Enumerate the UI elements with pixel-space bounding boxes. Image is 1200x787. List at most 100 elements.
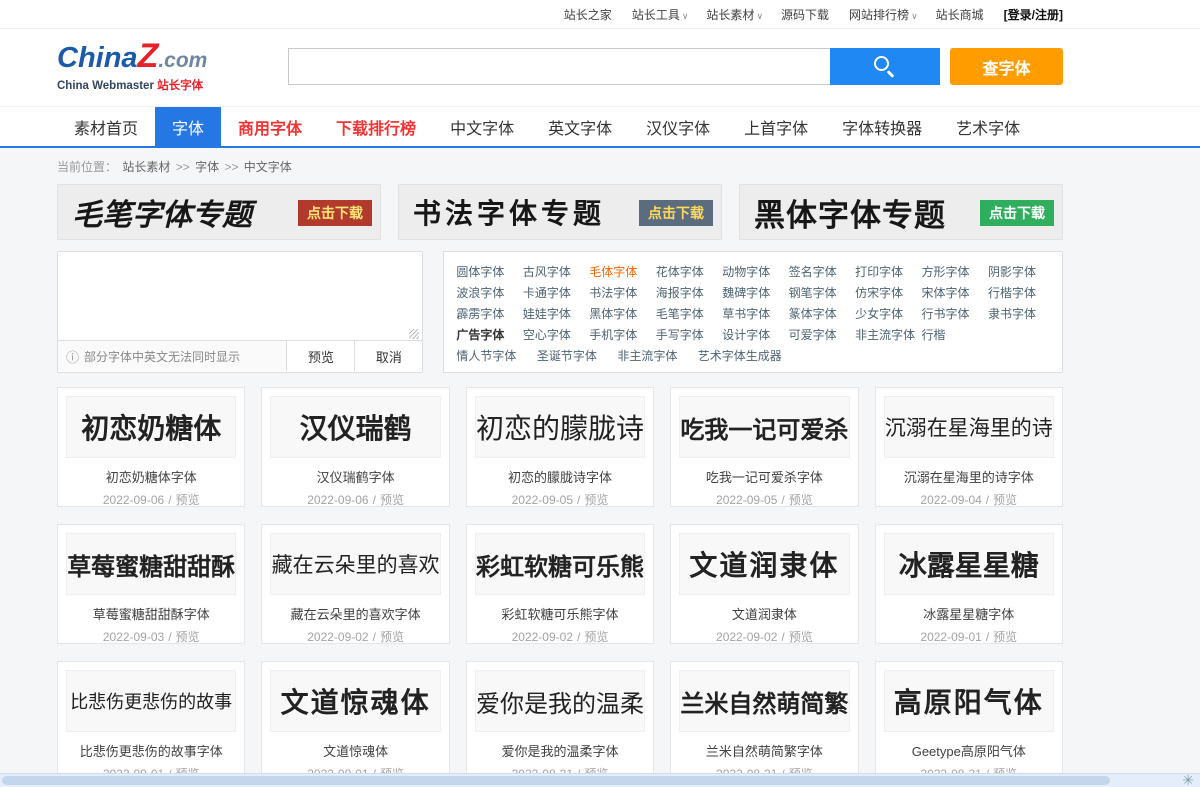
nav-item-commercial-font[interactable]: 商用字体 — [221, 107, 319, 146]
category-link[interactable]: 书法字体 — [589, 283, 651, 303]
preview-button[interactable]: 预览 — [286, 341, 354, 371]
category-link[interactable]: 篆体字体 — [789, 304, 851, 324]
banner-download-button[interactable]: 点击下载 — [980, 200, 1054, 226]
font-name[interactable]: 草莓蜜糖甜甜酥字体 — [58, 604, 244, 623]
preview-link[interactable]: 预览 — [584, 630, 608, 644]
category-link[interactable]: 非主流字体 — [855, 325, 917, 345]
breadcrumb-root[interactable]: 站长素材 — [122, 160, 170, 174]
banner-brush-font[interactable]: 毛笔字体专题 点击下载 — [57, 184, 381, 240]
horizontal-scrollbar[interactable] — [0, 773, 1200, 787]
category-link[interactable]: 花体字体 — [656, 262, 718, 282]
font-card[interactable]: 文道润隶体 文道润隶体 2022-09-02/预览 — [670, 524, 858, 644]
banner-calligraphy-font[interactable]: 书法字体专题 点击下载 — [398, 184, 722, 240]
font-card[interactable]: 汉仪瑞鹤 汉仪瑞鹤字体 2022-09-06/预览 — [261, 387, 449, 507]
preview-link[interactable]: 预览 — [993, 493, 1017, 507]
login-register-link[interactable]: [登录/注册] — [1004, 6, 1063, 23]
topbar-link-chinaz-home[interactable]: 站长之家 — [564, 6, 614, 23]
category-link[interactable]: 动物字体 — [722, 262, 784, 282]
category-link[interactable]: 情人节字体 — [456, 346, 516, 366]
font-name[interactable]: 文道惊魂体 — [262, 741, 448, 760]
font-card[interactable]: 吃我一记可爱杀 吃我一记可爱杀字体 2022-09-05/预览 — [670, 387, 858, 507]
font-name[interactable]: 兰米自然萌简繁字体 — [671, 741, 857, 760]
font-card[interactable]: 初恋的朦胧诗 初恋的朦胧诗字体 2022-09-05/预览 — [466, 387, 654, 507]
category-link[interactable]: 行书字体 — [922, 304, 984, 324]
category-link[interactable]: 古风字体 — [523, 262, 585, 282]
preview-link[interactable]: 预览 — [789, 630, 813, 644]
find-font-button[interactable]: 查字体 — [950, 48, 1063, 85]
font-name[interactable]: 吃我一记可爱杀字体 — [671, 467, 857, 486]
category-link[interactable]: 草书字体 — [722, 304, 784, 324]
category-link[interactable]: 签名字体 — [789, 262, 851, 282]
category-link[interactable]: 卡通字体 — [523, 283, 585, 303]
topbar-link-site-ranking[interactable]: 网站排行榜∨ — [849, 6, 918, 23]
banner-heiti-font[interactable]: 黑体字体专题 点击下载 — [739, 184, 1063, 240]
font-name[interactable]: 初恋奶糖体字体 — [58, 467, 244, 486]
category-link[interactable]: 阴影字体 — [988, 262, 1050, 282]
category-link[interactable]: 艺术字体生成器 — [698, 346, 782, 366]
category-link[interactable]: 少女字体 — [855, 304, 917, 324]
category-link[interactable]: 广告字体 — [456, 325, 518, 345]
category-link[interactable]: 钢笔字体 — [789, 283, 851, 303]
font-card[interactable]: 比悲伤更悲伤的故事 比悲伤更悲伤的故事字体 2022-09-01/预览 — [57, 661, 245, 773]
preview-link[interactable]: 预览 — [176, 493, 200, 507]
nav-item-font-active[interactable]: 字体 — [155, 107, 221, 146]
font-card[interactable]: 冰露星星糖 冰露星星糖字体 2022-09-01/预览 — [875, 524, 1063, 644]
preview-text-input[interactable] — [58, 252, 422, 340]
category-link[interactable]: 宋体字体 — [922, 283, 984, 303]
category-link[interactable]: 空心字体 — [523, 325, 585, 345]
category-link[interactable]: 方形字体 — [922, 262, 984, 282]
font-card[interactable]: 初恋奶糖体 初恋奶糖体字体 2022-09-06/预览 — [57, 387, 245, 507]
nav-item-shangshou-font[interactable]: 上首字体 — [727, 107, 825, 146]
category-link[interactable]: 手写字体 — [656, 325, 718, 345]
font-name[interactable]: 彩虹软糖可乐熊字体 — [467, 604, 653, 623]
topbar-link-materials[interactable]: 站长素材∨ — [706, 6, 763, 23]
resize-handle-icon[interactable] — [409, 329, 419, 339]
nav-item-download-ranking[interactable]: 下载排行榜 — [319, 107, 433, 146]
font-name[interactable]: 比悲伤更悲伤的故事字体 — [58, 741, 244, 760]
font-name[interactable]: 爱你是我的温柔字体 — [467, 741, 653, 760]
nav-item-hanyi-font[interactable]: 汉仪字体 — [629, 107, 727, 146]
font-name[interactable]: 沉溺在星海里的诗字体 — [876, 467, 1062, 486]
font-card[interactable]: 沉溺在星海里的诗 沉溺在星海里的诗字体 2022-09-04/预览 — [875, 387, 1063, 507]
font-name[interactable]: 文道润隶体 — [671, 604, 857, 623]
category-link[interactable]: 隶书字体 — [988, 304, 1050, 324]
preview-link[interactable]: 预览 — [380, 630, 404, 644]
scrollbar-thumb[interactable] — [2, 776, 1110, 785]
nav-item-art-font[interactable]: 艺术字体 — [939, 107, 1037, 146]
nav-item-english-font[interactable]: 英文字体 — [531, 107, 629, 146]
search-button[interactable] — [830, 48, 940, 85]
cancel-button[interactable]: 取消 — [354, 341, 422, 371]
preview-link[interactable]: 预览 — [584, 493, 608, 507]
preview-link[interactable]: 预览 — [789, 493, 813, 507]
font-name[interactable]: Geetype高原阳气体 — [876, 741, 1062, 760]
font-name[interactable]: 藏在云朵里的喜欢字体 — [262, 604, 448, 623]
category-link[interactable]: 圣诞节字体 — [537, 346, 597, 366]
category-link[interactable]: 行楷字体 — [988, 283, 1050, 303]
preview-link[interactable]: 预览 — [993, 630, 1017, 644]
topbar-link-tools[interactable]: 站长工具∨ — [632, 6, 689, 23]
topbar-link-mall[interactable]: 站长商城 — [936, 6, 986, 23]
category-link[interactable]: 行楷 — [922, 325, 984, 345]
browser-extension-icon[interactable]: ✳ — [1182, 773, 1194, 787]
category-link[interactable]: 圆体字体 — [456, 262, 518, 282]
category-link[interactable]: 黑体字体 — [589, 304, 651, 324]
font-card[interactable]: 彩虹软糖可乐熊 彩虹软糖可乐熊字体 2022-09-02/预览 — [466, 524, 654, 644]
nav-item-font-converter[interactable]: 字体转换器 — [825, 107, 939, 146]
search-input[interactable] — [288, 48, 830, 85]
category-link[interactable]: 毛体字体 — [589, 262, 651, 282]
nav-item-material-home[interactable]: 素材首页 — [57, 107, 155, 146]
font-card[interactable]: 藏在云朵里的喜欢 藏在云朵里的喜欢字体 2022-09-02/预览 — [261, 524, 449, 644]
preview-link[interactable]: 预览 — [380, 493, 404, 507]
breadcrumb-chinese-font[interactable]: 中文字体 — [244, 160, 292, 174]
category-link[interactable]: 非主流字体 — [617, 346, 677, 366]
category-link[interactable]: 海报字体 — [656, 283, 718, 303]
category-link[interactable]: 手机字体 — [589, 325, 651, 345]
category-link[interactable]: 设计字体 — [722, 325, 784, 345]
category-link[interactable]: 打印字体 — [855, 262, 917, 282]
category-link[interactable]: 可爱字体 — [789, 325, 851, 345]
font-name[interactable]: 冰露星星糖字体 — [876, 604, 1062, 623]
chinaz-logo[interactable]: ChinaZ.com China Webmaster 站长字体 — [57, 41, 207, 93]
topbar-link-source-download[interactable]: 源码下载 — [781, 6, 831, 23]
category-link[interactable]: 娃娃字体 — [523, 304, 585, 324]
category-link[interactable]: 波浪字体 — [456, 283, 518, 303]
